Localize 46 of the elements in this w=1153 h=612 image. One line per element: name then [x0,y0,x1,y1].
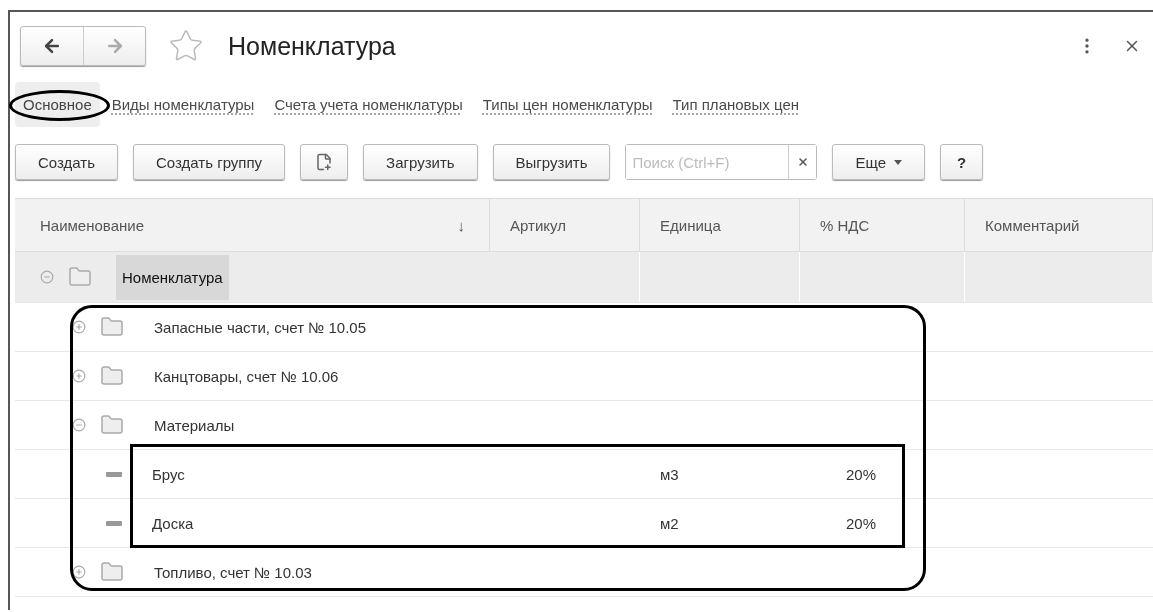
table-row[interactable]: Номенклатура [15,252,1153,303]
expand-icon[interactable] [72,320,86,334]
column-header[interactable]: Комментарий [985,216,1080,234]
collapse-icon[interactable] [72,418,86,432]
item-name: Материалы [153,415,236,436]
close-icon [796,156,809,168]
item-icon [106,471,122,477]
item-name: Топливо, счет № 10.03 [153,562,313,583]
create-button[interactable]: Создать [15,144,118,180]
item-name: Канцтовары, счет № 10.06 [153,366,340,387]
column-header[interactable]: % НДС [820,216,870,234]
expand-icon[interactable] [72,565,86,579]
window-title: Номенклатура [228,31,396,61]
item-name: Доска [151,513,195,534]
sort-arrow[interactable]: ↓ [457,216,465,234]
item-name: Номенклатура [116,254,229,300]
tab[interactable]: Виды номенклатуры [103,81,263,127]
item-name: Запасные части, счет № 10.05 [153,317,367,338]
folder-icon [68,265,92,289]
help-button[interactable]: ? [940,144,984,180]
folder-icon [100,315,124,339]
column-header[interactable]: Артикул [510,216,566,234]
column-header[interactable]: Наименование [40,216,144,234]
item-name: Брус [151,464,186,485]
vat-cell: 20% [845,465,876,483]
more-button[interactable]: Еще [832,144,925,180]
tab[interactable]: Типы цен номенклатуры [474,81,661,127]
create-group-button[interactable]: Создать группу [133,144,286,180]
folder-icon [100,413,124,437]
search-field[interactable]: Поиск (Ctrl+F) [625,144,818,180]
unit-cell: м2 [660,514,679,532]
folder-icon [100,560,124,584]
unit-cell: м3 [660,465,679,483]
load-button[interactable]: Загрузить [363,144,478,180]
vat-cell: 20% [845,514,876,532]
caret-icon [894,159,902,165]
unload-button[interactable]: Выгрузить [492,144,611,180]
tab[interactable]: Тип плановых цен [664,81,808,127]
add-document-button[interactable] [300,144,349,180]
folder-icon [100,364,124,388]
tab[interactable]: Счета учета номенклатуры [266,81,471,127]
column-header[interactable]: Единица [660,216,721,234]
document-plus-icon [315,153,334,171]
item-icon [106,520,122,526]
tab[interactable]: Основное [15,81,100,127]
expand-icon[interactable] [72,369,86,383]
